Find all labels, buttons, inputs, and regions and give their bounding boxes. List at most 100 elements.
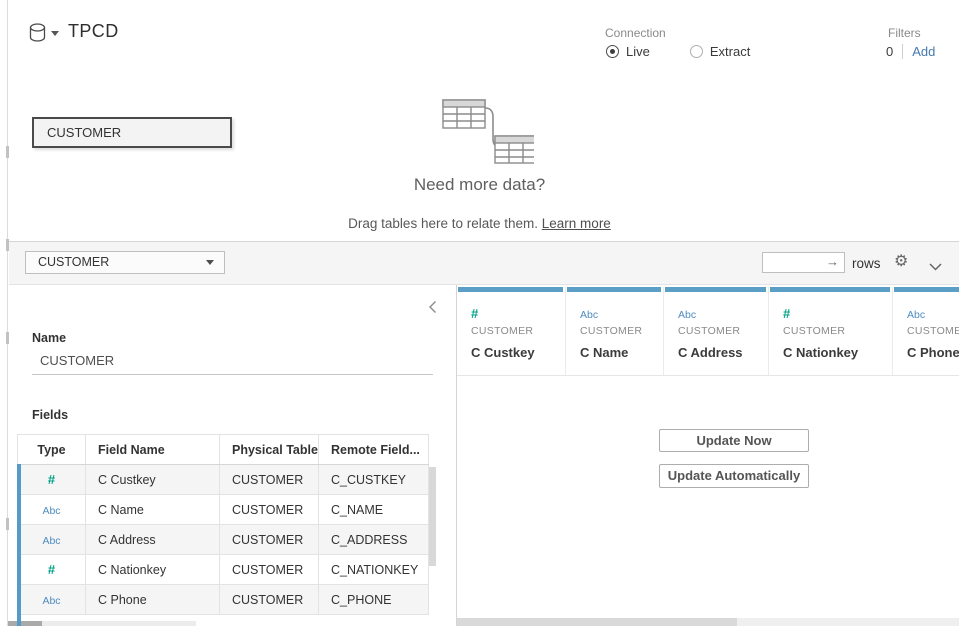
fields-table-row[interactable]: AbcC PhoneCUSTOMERC_PHONE bbox=[18, 585, 429, 615]
column-table-label: CUSTOMER bbox=[678, 325, 740, 337]
column-table-label: CUSTOMER bbox=[907, 325, 959, 337]
fields-table-vertical-scrollbar[interactable] bbox=[429, 467, 436, 566]
edge-tick bbox=[6, 239, 9, 251]
drag-hint-text: Drag tables here to relate them. bbox=[348, 216, 538, 231]
string-type-icon: Abc bbox=[42, 505, 60, 517]
column-header-field-name[interactable]: Field Name bbox=[86, 435, 220, 465]
relate-tables-illustration-icon bbox=[438, 96, 534, 171]
empty-state-hint: Drag tables here to relate them. Learn m… bbox=[0, 216, 959, 231]
column-accent-bar bbox=[665, 287, 766, 292]
rows-label: rows bbox=[852, 256, 881, 271]
column-accent-bar bbox=[458, 287, 563, 292]
fields-table-row[interactable]: #C NationkeyCUSTOMERC_NATIONKEY bbox=[18, 555, 429, 585]
edge-tick bbox=[6, 332, 9, 344]
string-type-icon: Abc bbox=[42, 535, 60, 547]
column-type-icon-wrap: Abc bbox=[580, 305, 598, 323]
radio-circle-icon bbox=[690, 45, 703, 58]
string-type-icon: Abc bbox=[907, 309, 925, 321]
collapse-panel-chevron-left-icon[interactable] bbox=[428, 300, 437, 319]
radio-extract-label: Extract bbox=[710, 44, 750, 59]
name-value-field[interactable]: CUSTOMER bbox=[40, 353, 114, 368]
fields-table-row[interactable]: #C CustkeyCUSTOMERC_CUSTKEY bbox=[18, 465, 429, 495]
physical-table-cell: CUSTOMER bbox=[220, 525, 319, 555]
column-accent-bar bbox=[894, 287, 959, 292]
learn-more-link[interactable]: Learn more bbox=[542, 216, 611, 231]
table-select-dropdown[interactable]: CUSTOMER bbox=[25, 251, 225, 274]
column-accent-bar bbox=[567, 287, 661, 292]
grid-horizontal-scrollbar-thumb[interactable] bbox=[457, 618, 737, 626]
add-filter-link[interactable]: Add bbox=[912, 44, 935, 59]
column-type-icon-wrap: # bbox=[471, 305, 478, 323]
field-name-cell: C Name bbox=[86, 495, 220, 525]
grid-column-header[interactable]: Abc CUSTOMER C Address bbox=[664, 287, 769, 375]
fields-table-header-row: Type Field Name Physical Table Remote Fi… bbox=[18, 435, 429, 465]
string-type-icon: Abc bbox=[42, 595, 60, 607]
physical-table-cell: CUSTOMER bbox=[220, 585, 319, 615]
divider bbox=[457, 375, 959, 376]
column-type-icon-wrap: # bbox=[783, 305, 790, 323]
column-header-type[interactable]: Type bbox=[18, 435, 86, 465]
radio-extract[interactable]: Extract bbox=[690, 44, 750, 59]
update-automatically-button[interactable]: Update Automatically bbox=[659, 464, 809, 488]
fields-table-row[interactable]: AbcC AddressCUSTOMERC_ADDRESS bbox=[18, 525, 429, 555]
divider bbox=[32, 374, 433, 375]
string-type-icon: Abc bbox=[18, 525, 86, 555]
column-header-remote-field[interactable]: Remote Field... bbox=[319, 435, 429, 465]
number-type-icon: # bbox=[18, 465, 86, 495]
gear-icon[interactable]: ⚙ bbox=[894, 251, 908, 271]
remote-field-cell: C_CUSTKEY bbox=[319, 465, 429, 495]
filters-row: 0 Add bbox=[886, 44, 935, 59]
chevron-down-icon bbox=[206, 260, 214, 265]
column-field-label: C Phone bbox=[907, 345, 959, 360]
fields-label: Fields bbox=[32, 408, 68, 422]
physical-table-cell: CUSTOMER bbox=[220, 465, 319, 495]
grid-column-header[interactable]: # CUSTOMER C Custkey bbox=[457, 287, 566, 375]
field-name-cell: C Nationkey bbox=[86, 555, 220, 585]
field-name-cell: C Address bbox=[86, 525, 220, 555]
number-type-icon: # bbox=[18, 555, 86, 585]
fields-table-row[interactable]: Abc C NameCUSTOMERC_NAME bbox=[18, 495, 429, 525]
fields-table: Type Field Name Physical Table Remote Fi… bbox=[17, 434, 429, 615]
database-dropdown-caret-icon[interactable] bbox=[51, 31, 59, 36]
column-table-label: CUSTOMER bbox=[580, 325, 642, 337]
column-field-label: C Custkey bbox=[471, 345, 535, 360]
remote-field-cell: C_PHONE bbox=[319, 585, 429, 615]
column-type-icon-wrap: Abc bbox=[907, 305, 925, 323]
number-type-icon: # bbox=[48, 562, 55, 577]
go-arrow-icon[interactable]: → bbox=[826, 254, 839, 269]
grid-column-header[interactable]: AbcCUSTOMERC Name bbox=[566, 287, 664, 375]
column-accent-bar bbox=[770, 287, 890, 292]
canvas-table-node-customer[interactable]: CUSTOMER bbox=[32, 117, 232, 148]
column-field-label: C Nationkey bbox=[783, 345, 858, 360]
column-table-label: CUSTOMER bbox=[471, 325, 533, 337]
edge-tick bbox=[6, 518, 9, 530]
chevron-down-icon[interactable] bbox=[929, 258, 942, 276]
number-type-icon: # bbox=[471, 306, 478, 321]
string-type-icon: Abc bbox=[18, 495, 86, 525]
datasource-title[interactable]: TPCD bbox=[68, 21, 119, 42]
selected-rows-accent-bar bbox=[17, 464, 21, 626]
database-icon[interactable] bbox=[29, 23, 47, 48]
remote-field-cell: C_NAME bbox=[319, 495, 429, 525]
divider bbox=[902, 44, 903, 59]
column-type-icon-wrap: Abc bbox=[678, 305, 696, 323]
column-field-label: C Address bbox=[678, 345, 743, 360]
number-type-icon: # bbox=[783, 306, 790, 321]
data-preview-grid: #CUSTOMERC CustkeyAbcCUSTOMERC NameAbcCU… bbox=[456, 285, 959, 626]
left-pane-collapsed-edge[interactable] bbox=[0, 0, 8, 626]
grid-column-header[interactable]: Abc CUSTOMER C Phone bbox=[893, 287, 959, 375]
filters-label: Filters bbox=[888, 26, 921, 40]
grid-column-header[interactable]: # CUSTOMER C Nationkey bbox=[769, 287, 893, 375]
physical-table-cell: CUSTOMER bbox=[220, 495, 319, 525]
table-select-value: CUSTOMER bbox=[38, 255, 109, 269]
tableau-datasource-page: TPCD Connection Live Extract Filters 0 A… bbox=[0, 0, 959, 626]
connection-label: Connection bbox=[605, 26, 666, 40]
radio-circle-icon bbox=[606, 45, 619, 58]
physical-table-cell: CUSTOMER bbox=[220, 555, 319, 585]
column-header-physical-table[interactable]: Physical Table bbox=[220, 435, 319, 465]
radio-live[interactable]: Live bbox=[606, 44, 650, 59]
radio-live-label: Live bbox=[626, 44, 650, 59]
update-now-button[interactable]: Update Now bbox=[659, 429, 809, 452]
column-table-label: CUSTOMER bbox=[783, 325, 845, 337]
field-name-cell: C Custkey bbox=[86, 465, 220, 495]
